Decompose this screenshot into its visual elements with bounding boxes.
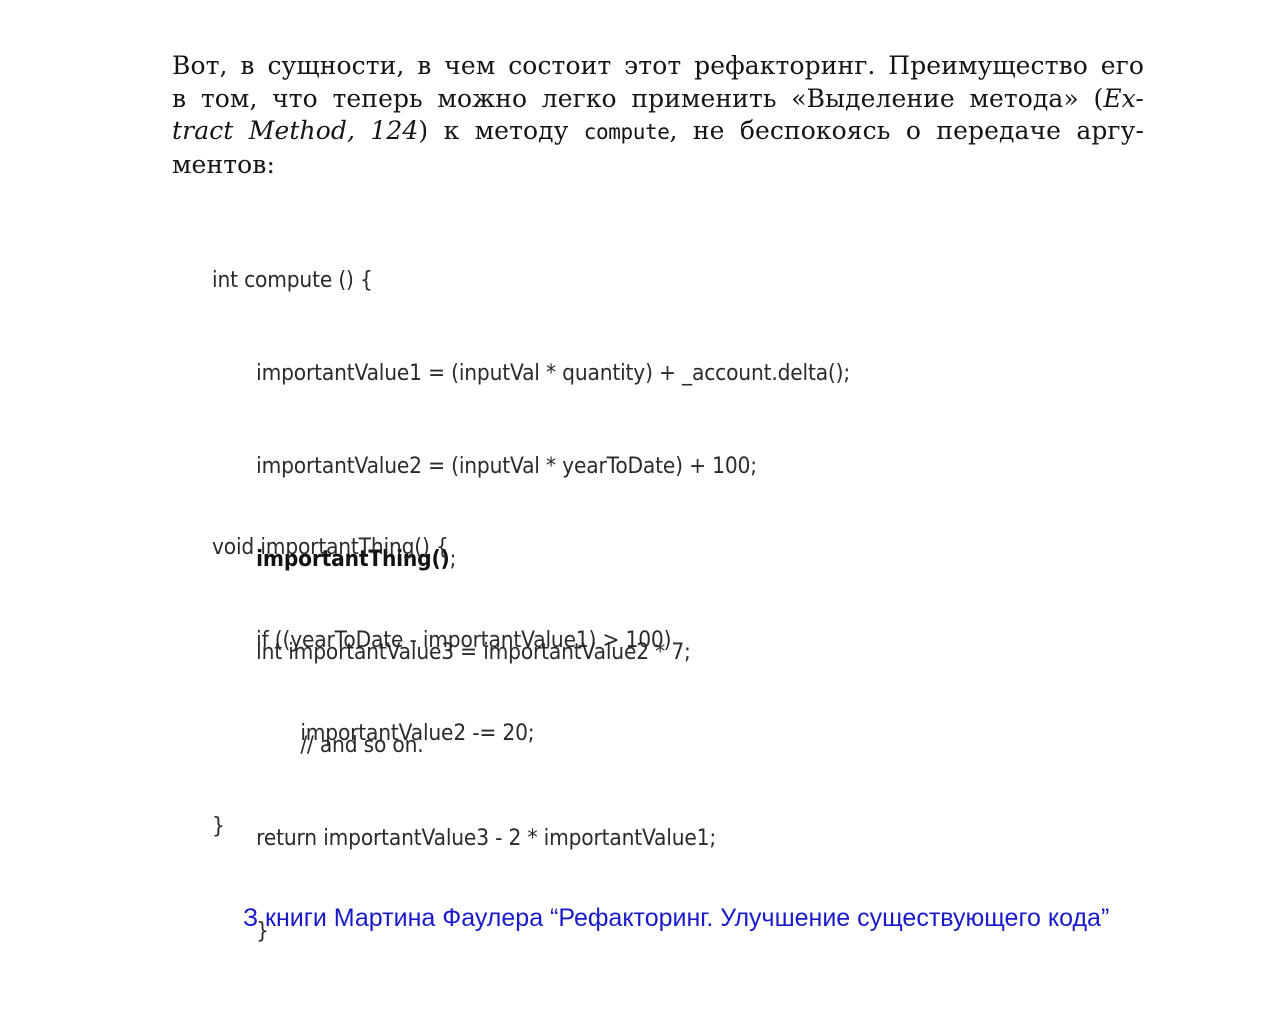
paragraph-line-4-text: ментов: (172, 149, 275, 179)
code-line: int compute () { (212, 268, 373, 293)
source-caption: З книги Мартина Фаулера “Рефакторинг. Ул… (243, 904, 1110, 932)
code-line: } (212, 814, 225, 839)
paragraph-line-3-italic: tract Method, 124 (172, 116, 419, 145)
body-paragraph: Вот, в сущности, в чем состоит этот рефа… (172, 50, 1144, 181)
paragraph-line-1: Вот, в сущности, в чем состоит этот рефа… (172, 50, 1144, 83)
document-page: Вот, в сущности, в чем состоит этот рефа… (0, 0, 1280, 955)
paragraph-line-2-text: в том, что теперь можно легко применить … (172, 83, 1104, 113)
code-line: if ((yearToDate - importantValue1) > 100… (256, 628, 672, 653)
code-line: importantValue2 -= 20; (300, 721, 535, 746)
paragraph-line-4: ментов: (172, 149, 1144, 182)
code-line: void importantThing() { (212, 535, 449, 560)
code-line: importantValue1 = (inputVal * quantity) … (256, 361, 851, 386)
code-block-important-thing: void importantThing() { if ((yearToDate … (212, 470, 671, 904)
paragraph-line-2-italic: Ex- (1103, 83, 1144, 113)
paragraph-line-2: в том, что теперь можно легко применить … (172, 83, 1144, 116)
paragraph-line-1-text: Вот, в сущности, в чем состоит этот рефа… (172, 51, 1144, 80)
inline-code-compute: compute (583, 120, 670, 144)
paragraph-line-3: tract Method, 124) к методу compute, не … (172, 115, 1144, 149)
paragraph-line-3-text-b: , не беспокоясь о передаче аргу- (669, 116, 1144, 145)
paragraph-line-3-text-a: ) к методу (418, 116, 584, 145)
